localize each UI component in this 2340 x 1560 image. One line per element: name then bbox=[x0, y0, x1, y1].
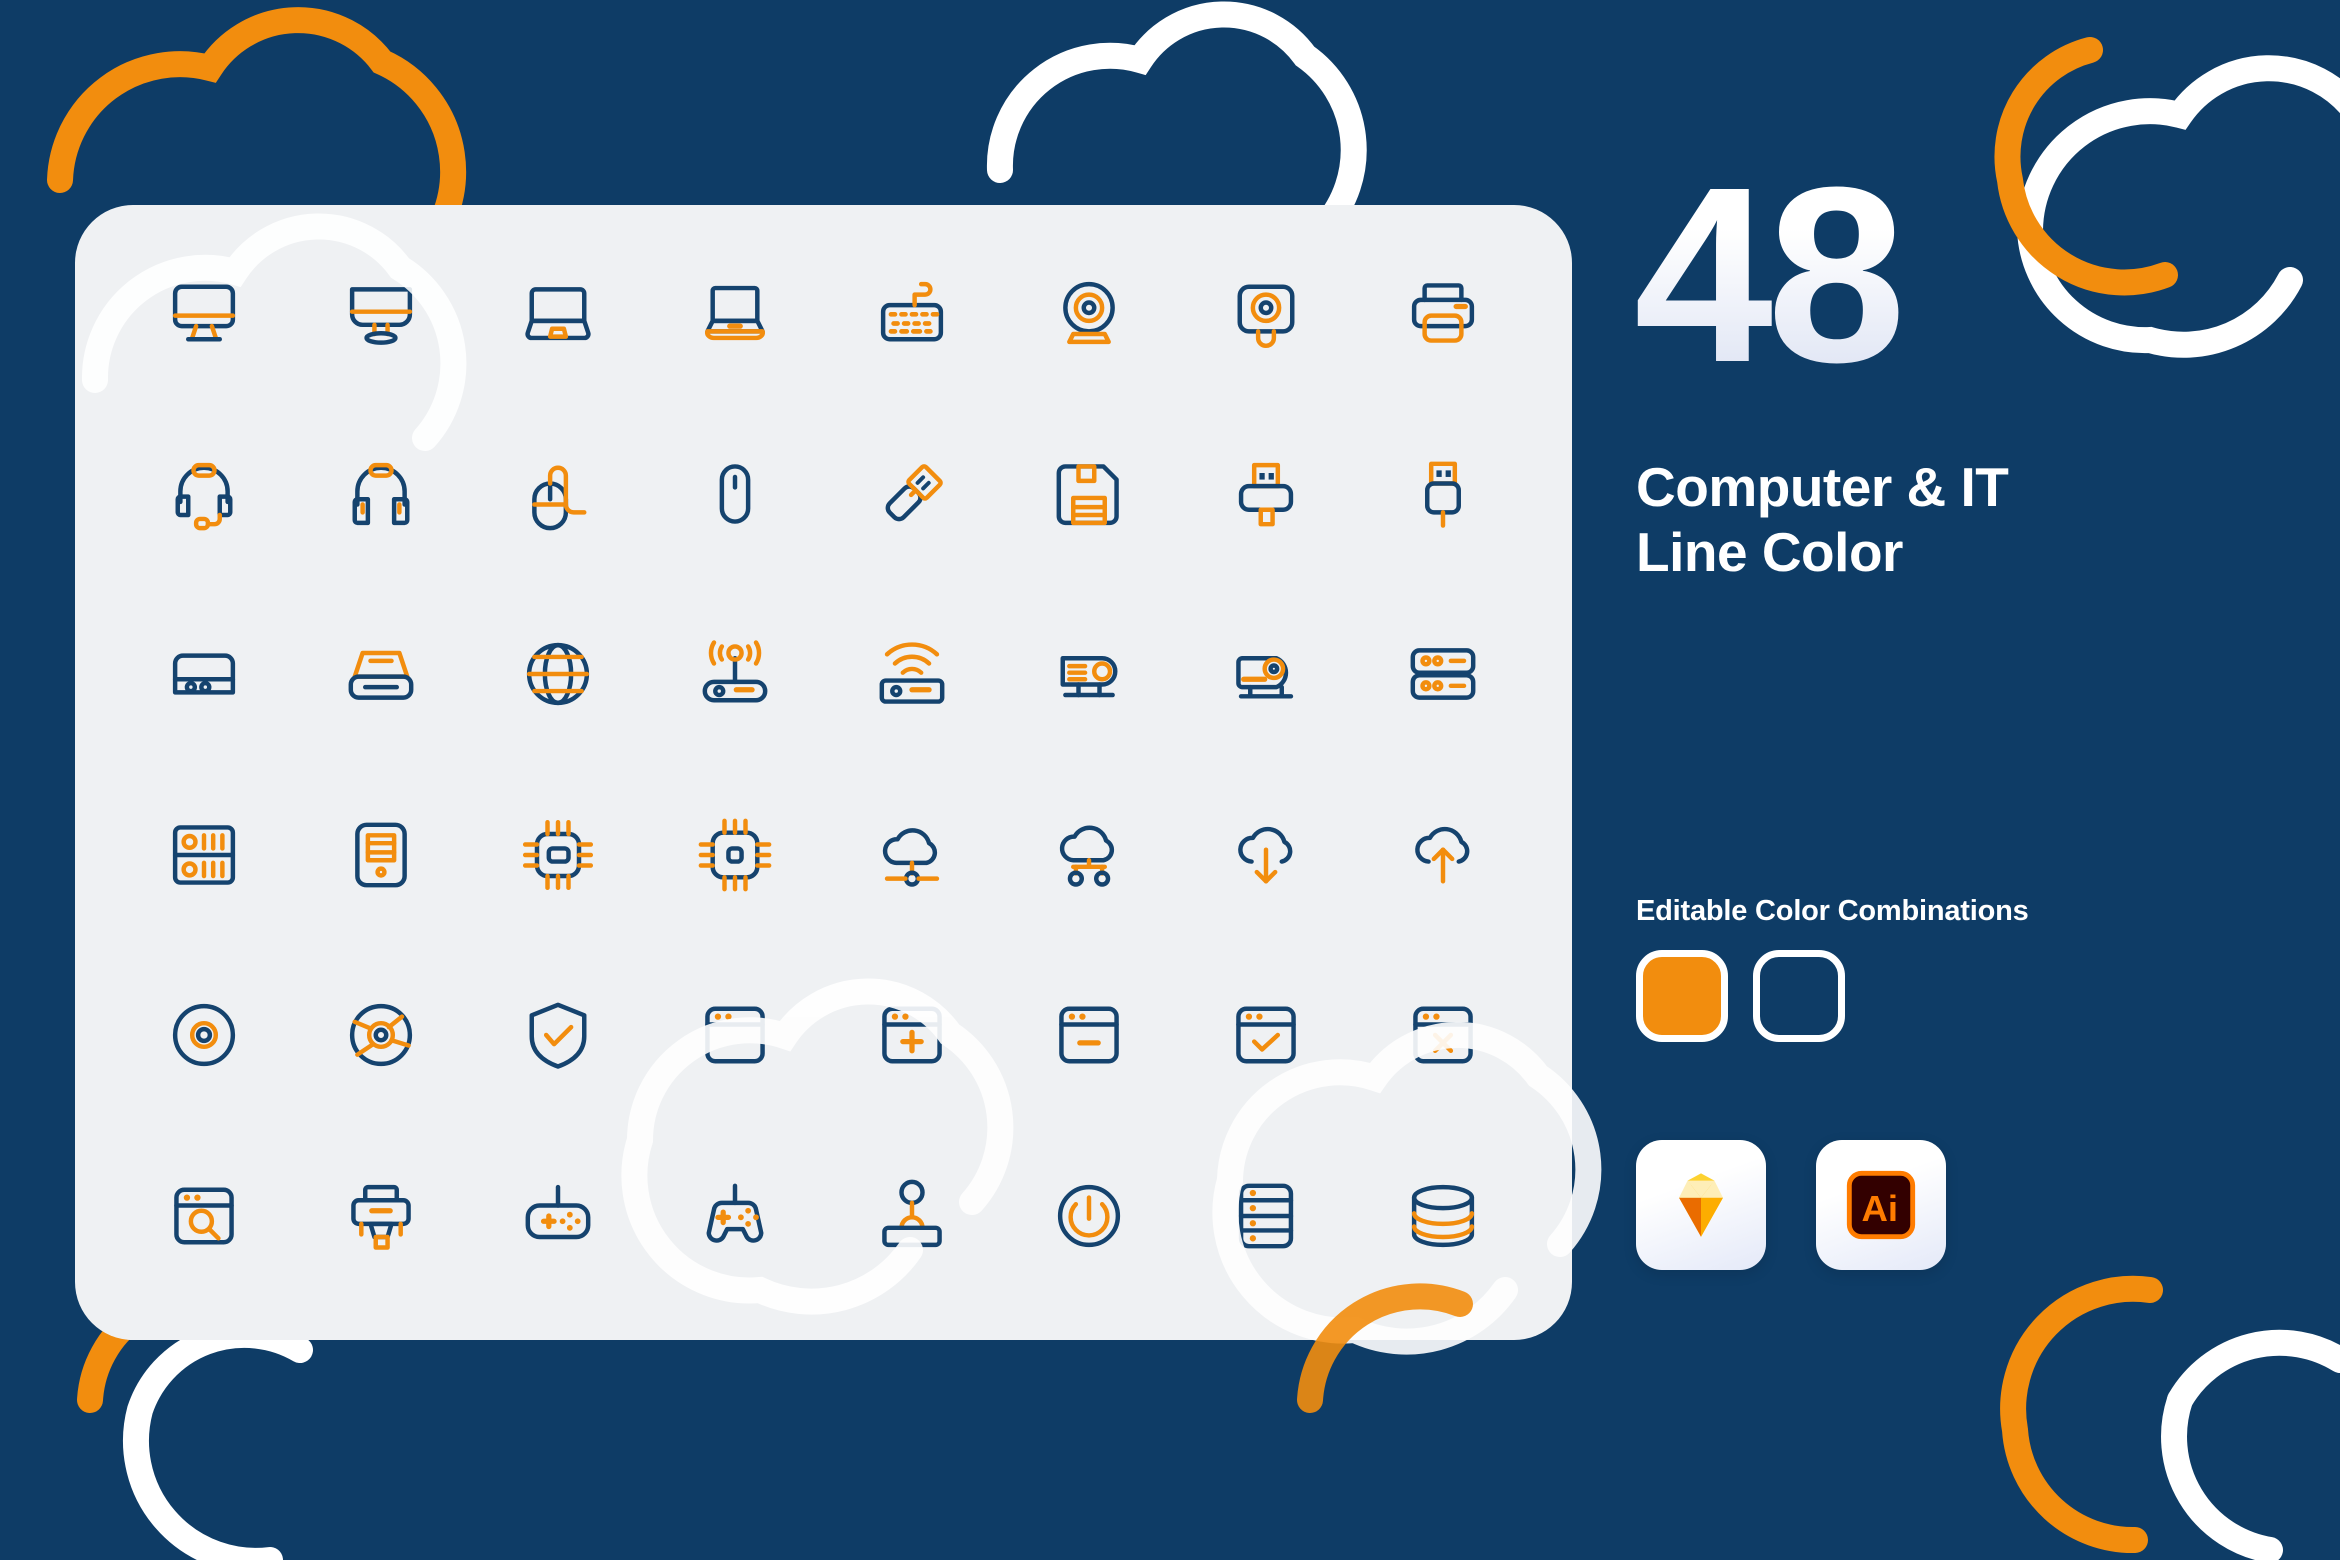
external-hard-drive-icon[interactable] bbox=[149, 619, 259, 729]
router-antenna-icon[interactable] bbox=[680, 619, 790, 729]
3d-printer-icon[interactable] bbox=[326, 1161, 436, 1271]
projector-lens-icon[interactable] bbox=[1211, 619, 1321, 729]
keyboard-icon[interactable] bbox=[857, 258, 967, 368]
cloud-white-bottom-left bbox=[123, 1321, 313, 1560]
title-line-2: Line Color bbox=[1636, 520, 1903, 583]
pc-tower-icon[interactable] bbox=[326, 800, 436, 910]
cloud-servers-icon[interactable] bbox=[1034, 800, 1144, 910]
server-rack-icon[interactable] bbox=[1388, 619, 1498, 729]
printer-icon[interactable] bbox=[1388, 258, 1498, 368]
power-button-icon[interactable] bbox=[1034, 1161, 1144, 1271]
editable-colors-label: Editable Color Combinations bbox=[1636, 895, 2029, 927]
shield-check-icon[interactable] bbox=[503, 980, 613, 1090]
floppy-disk-icon[interactable] bbox=[1034, 439, 1144, 549]
joystick-icon[interactable] bbox=[857, 1161, 967, 1271]
usb-plug-icon[interactable] bbox=[1388, 439, 1498, 549]
mouse-cable-icon[interactable] bbox=[503, 439, 613, 549]
dvd-disc-icon[interactable] bbox=[326, 980, 436, 1090]
laptop-open-icon[interactable] bbox=[680, 258, 790, 368]
browser-add-icon[interactable] bbox=[857, 980, 967, 1090]
projector-icon[interactable] bbox=[1034, 619, 1144, 729]
outline-swatch[interactable] bbox=[1753, 950, 1845, 1042]
headphones-icon[interactable] bbox=[326, 439, 436, 549]
server-stack-icon[interactable] bbox=[149, 800, 259, 910]
headset-icon[interactable] bbox=[149, 439, 259, 549]
cpu-chip-icon[interactable] bbox=[680, 800, 790, 910]
gamepad-flat-icon[interactable] bbox=[503, 1161, 613, 1271]
wifi-modem-icon[interactable] bbox=[857, 619, 967, 729]
browser-window-icon[interactable] bbox=[680, 980, 790, 1090]
illustrator-app-icon[interactable]: Ai bbox=[1816, 1140, 1946, 1270]
browser-close-icon[interactable] bbox=[1388, 980, 1498, 1090]
icon-grid-card bbox=[75, 205, 1572, 1340]
security-camera-icon[interactable] bbox=[1211, 258, 1321, 368]
database-cylinder-icon[interactable] bbox=[1388, 1161, 1498, 1271]
usb-flash-drive-icon[interactable] bbox=[857, 439, 967, 549]
scanner-icon[interactable] bbox=[326, 619, 436, 729]
svg-text:Ai: Ai bbox=[1862, 1188, 1899, 1229]
usb-connector-icon[interactable] bbox=[1211, 439, 1321, 549]
browser-search-icon[interactable] bbox=[149, 1161, 259, 1271]
icon-count: 48 bbox=[1634, 135, 1906, 414]
color-swatch-row bbox=[1636, 950, 1845, 1042]
browser-check-icon[interactable] bbox=[1211, 980, 1321, 1090]
desktop-monitor-stand-icon[interactable] bbox=[326, 258, 436, 368]
page-title: Computer & IT Line Color bbox=[1636, 455, 2009, 585]
game-controller-icon[interactable] bbox=[680, 1161, 790, 1271]
compact-disc-icon[interactable] bbox=[149, 980, 259, 1090]
cloud-white-top-center bbox=[986, 1, 1367, 239]
database-rack-icon[interactable] bbox=[1211, 1161, 1321, 1271]
mouse-icon[interactable] bbox=[680, 439, 790, 549]
orange-swatch[interactable] bbox=[1636, 950, 1728, 1042]
processor-chip-icon[interactable] bbox=[503, 800, 613, 910]
laptop-closed-icon[interactable] bbox=[503, 258, 613, 368]
browser-remove-icon[interactable] bbox=[1034, 980, 1144, 1090]
cloud-network-icon[interactable] bbox=[857, 800, 967, 910]
app-format-row: Ai bbox=[1636, 1140, 1946, 1270]
cloud-download-icon[interactable] bbox=[1211, 800, 1321, 910]
title-line-1: Computer & IT bbox=[1636, 456, 2009, 518]
sketch-app-icon[interactable] bbox=[1636, 1140, 1766, 1270]
desktop-monitor-icon[interactable] bbox=[149, 258, 259, 368]
webcam-icon[interactable] bbox=[1034, 258, 1144, 368]
cloud-upload-icon[interactable] bbox=[1388, 800, 1498, 910]
globe-network-icon[interactable] bbox=[503, 619, 613, 729]
info-panel: 48 Computer & IT Line Color Editable Col… bbox=[1634, 0, 2340, 1560]
